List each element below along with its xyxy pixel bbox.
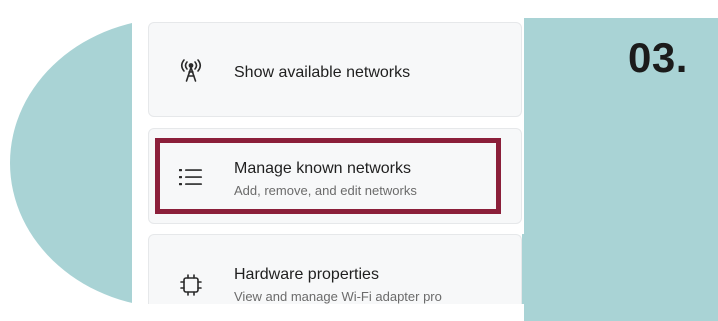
menu-item-label: Show available networks [234,64,411,81]
step-number: 03. [628,34,688,81]
broadcast-antenna-icon [176,56,206,86]
menu-item-sublabel: View and manage Wi-Fi adapter pro [234,289,442,304]
highlight-box [155,138,501,214]
menu-item-label: Hardware properties [234,266,379,283]
chip-icon [176,270,206,300]
decorative-edge [522,234,524,304]
decorative-teal-block [524,18,718,321]
